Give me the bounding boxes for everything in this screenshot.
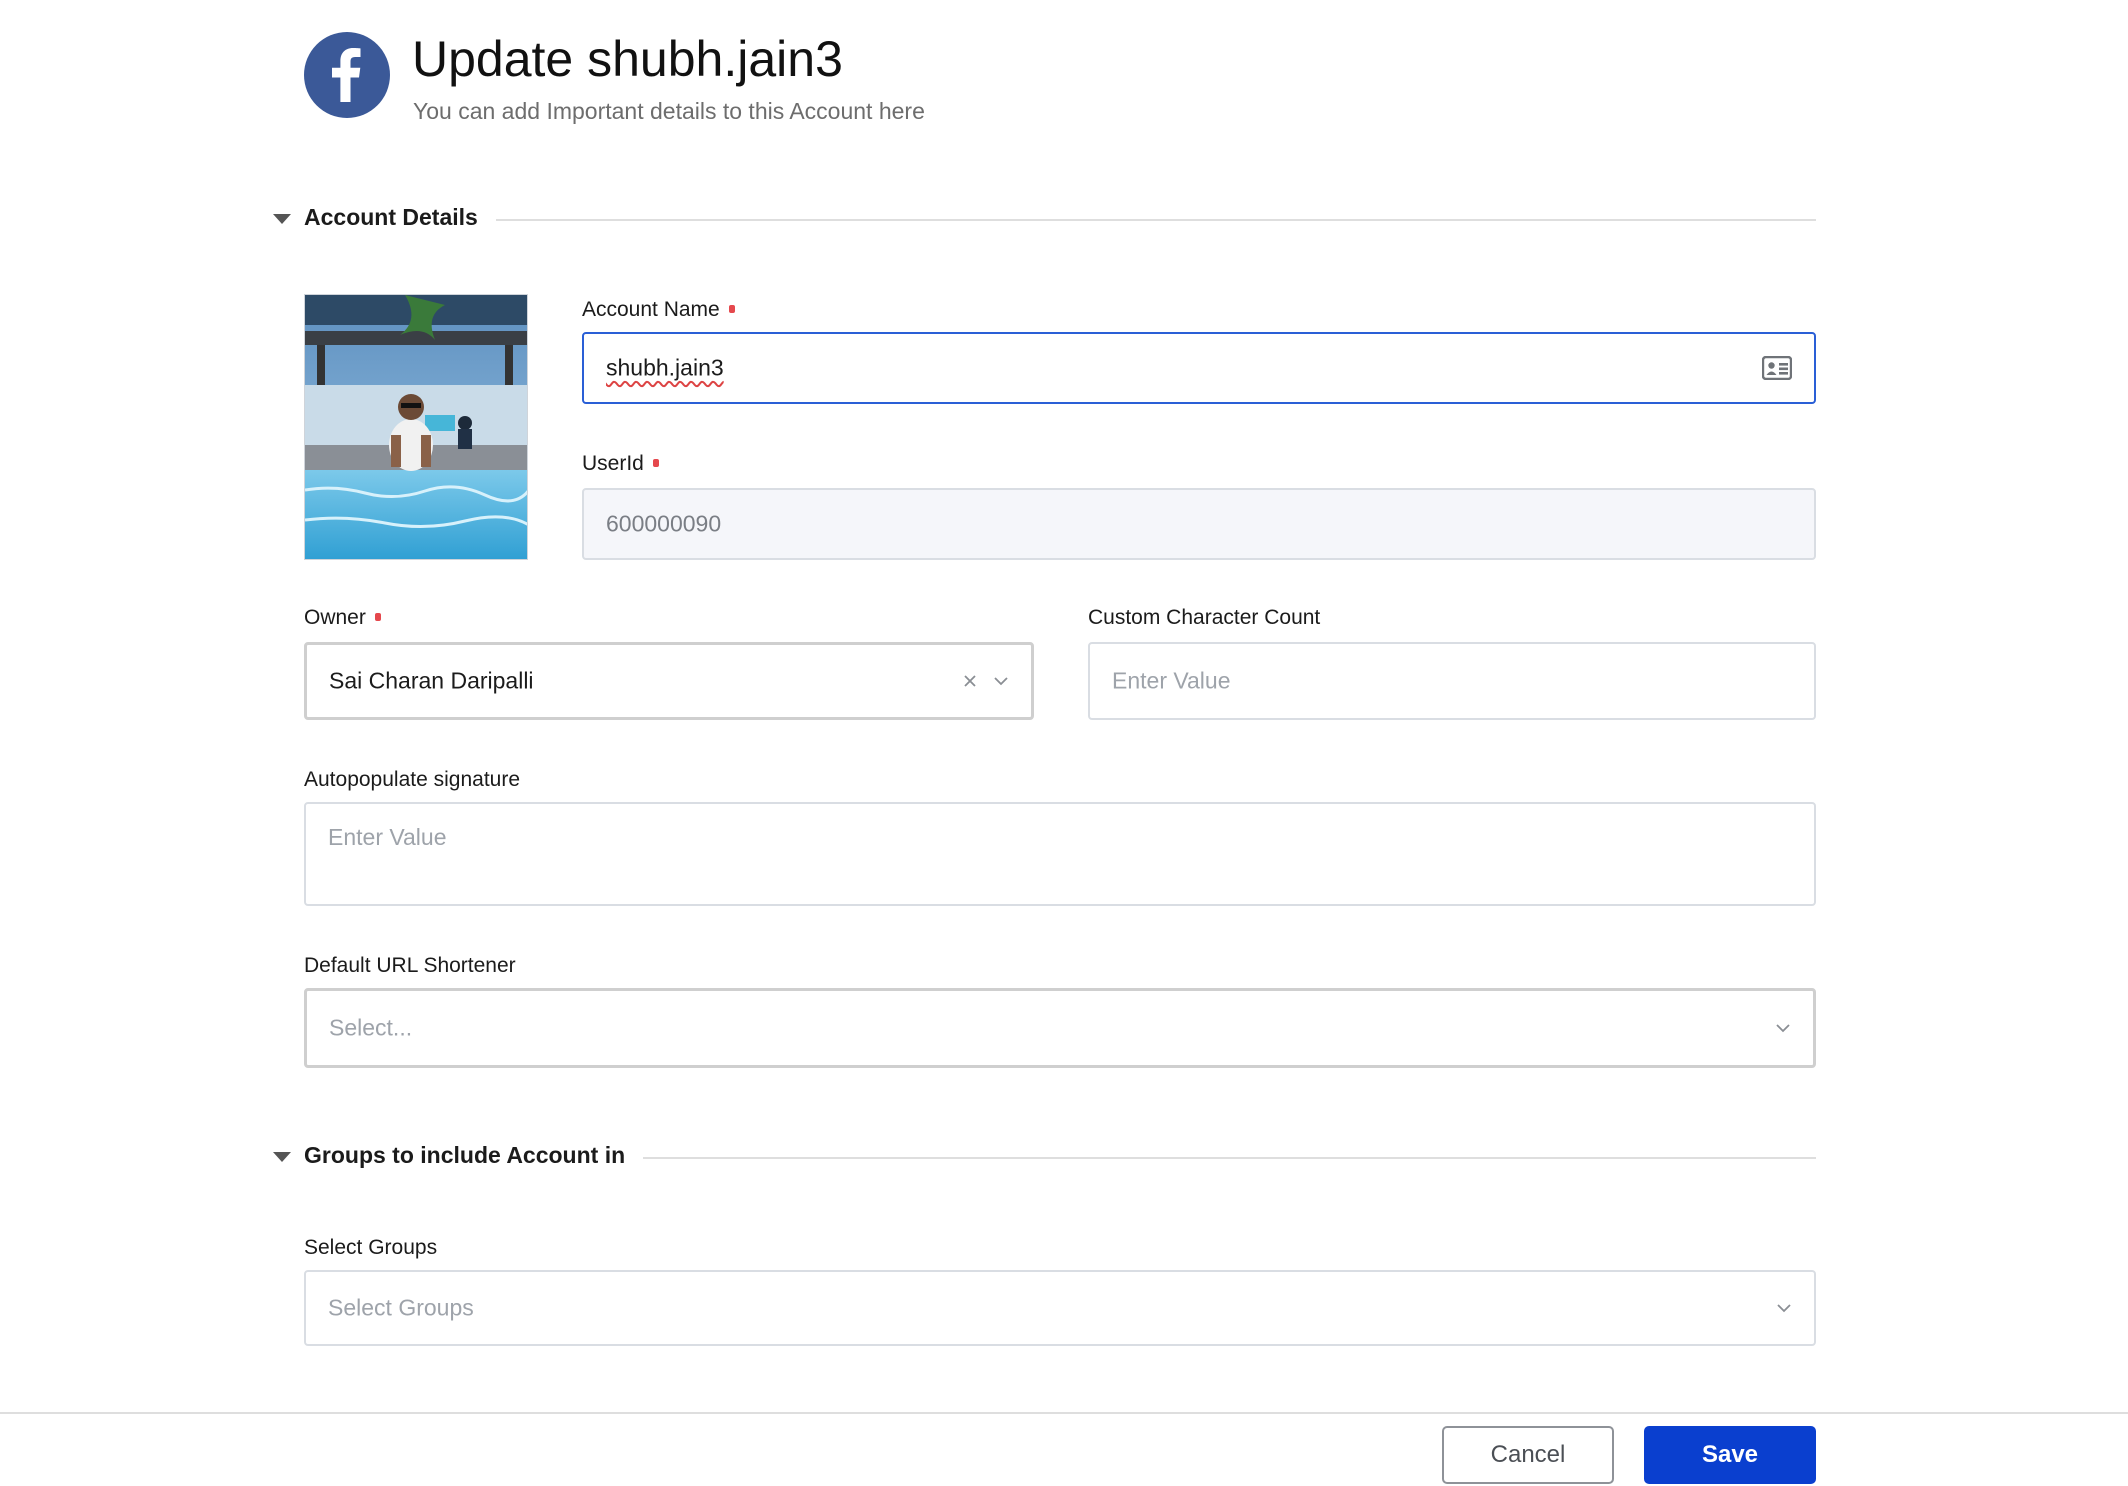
chevron-down-icon[interactable] <box>1776 1303 1792 1313</box>
owner-select[interactable]: Sai Charan Daripalli <box>304 642 1034 720</box>
default-url-shortener-placeholder: Select... <box>329 1014 413 1041</box>
groups-section-header[interactable]: Groups to include Account in <box>272 1138 1816 1178</box>
cancel-button[interactable]: Cancel <box>1442 1426 1614 1484</box>
owner-label: Owner <box>304 606 381 630</box>
default-url-shortener-label: Default URL Shortener <box>304 954 516 977</box>
account-name-value: shubh.jain3 <box>606 354 724 381</box>
required-marker <box>728 305 735 314</box>
chevron-down-icon[interactable] <box>1775 1023 1791 1033</box>
userid-label: UserId <box>582 452 659 476</box>
default-url-shortener-select[interactable]: Select... <box>304 988 1816 1068</box>
required-marker <box>652 459 659 468</box>
contact-card-icon[interactable] <box>1762 356 1792 380</box>
custom-character-count-input[interactable]: Enter Value <box>1088 642 1816 720</box>
page-header: Update shubh.jain3 You can add Important… <box>304 31 1904 132</box>
page-title: Update shubh.jain3 <box>412 31 843 87</box>
autopopulate-signature-label: Autopopulate signature <box>304 768 520 791</box>
caret-down-icon[interactable] <box>272 1150 292 1164</box>
account-details-section-header[interactable]: Account Details <box>272 200 1816 240</box>
account-name-label: Account Name <box>582 298 735 322</box>
autopopulate-signature-placeholder: Enter Value <box>328 824 447 850</box>
select-groups-placeholder: Select Groups <box>328 1294 474 1321</box>
section-title: Groups to include Account in <box>304 1142 644 1169</box>
footer-divider <box>0 1412 2128 1414</box>
select-groups-label: Select Groups <box>304 1236 438 1259</box>
page-subtitle: You can add Important details to this Ac… <box>413 98 925 124</box>
userid-value: 600000090 <box>606 510 722 537</box>
facebook-icon <box>304 32 390 118</box>
owner-value: Sai Charan Daripalli <box>329 667 534 694</box>
account-name-input[interactable]: shubh.jain3 <box>582 332 1816 404</box>
custom-character-count-placeholder: Enter Value <box>1112 667 1231 694</box>
chevron-down-icon[interactable] <box>993 676 1009 686</box>
save-button[interactable]: Save <box>1644 1426 1816 1484</box>
caret-down-icon[interactable] <box>272 212 292 226</box>
section-title: Account Details <box>304 204 496 231</box>
section-divider <box>312 219 1816 221</box>
clear-icon[interactable] <box>963 674 977 688</box>
required-marker <box>374 613 381 622</box>
autopopulate-signature-textarea[interactable]: Enter Value <box>304 802 1816 906</box>
select-groups-select[interactable]: Select Groups <box>304 1270 1816 1346</box>
account-avatar <box>304 294 528 560</box>
update-account-page: Update shubh.jain3 You can add Important… <box>0 0 2128 1486</box>
custom-character-count-label: Custom Character Count <box>1088 606 1321 629</box>
userid-field: 600000090 <box>582 488 1816 560</box>
